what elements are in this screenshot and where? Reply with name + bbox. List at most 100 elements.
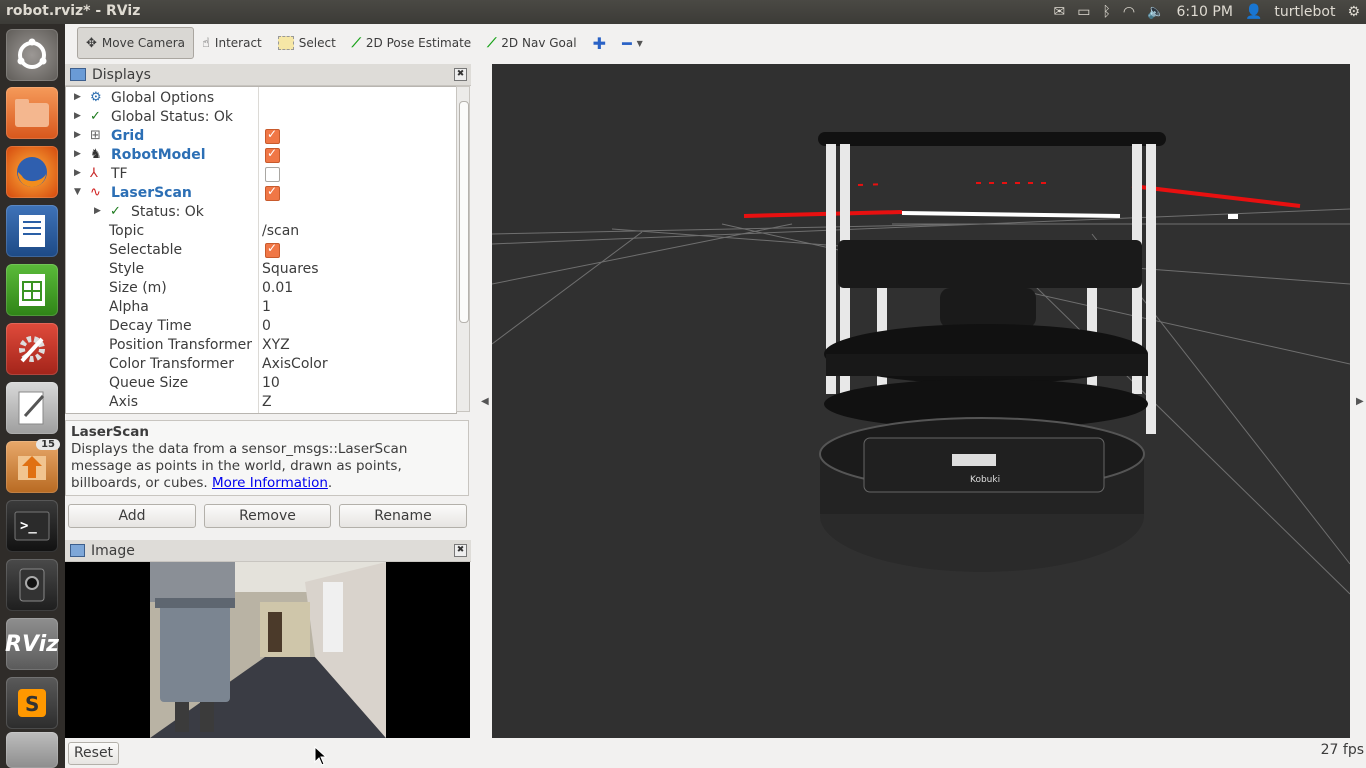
property-key: Style: [109, 261, 145, 277]
description-period: .: [327, 475, 333, 491]
launcher: 15 >_ RViz S: [0, 24, 65, 768]
scanner-icon[interactable]: [6, 732, 58, 768]
image-title-bar[interactable]: Image ✖: [65, 540, 471, 562]
property-row-color-transformer[interactable]: Color Transformer AxisColor: [66, 355, 456, 374]
property-value[interactable]: XYZ: [262, 337, 290, 353]
tree-label: TF: [111, 166, 128, 182]
image-title: Image: [91, 542, 135, 559]
robot-model-checkbox[interactable]: [265, 146, 280, 163]
remove-button[interactable]: Remove: [204, 504, 331, 528]
render-view-3d[interactable]: Kobuki: [492, 64, 1350, 738]
fps-readout: 27 fps: [1320, 742, 1364, 758]
displays-title-bar[interactable]: Displays ✖: [65, 64, 471, 86]
collapse-right-icon[interactable]: ▶: [1356, 396, 1364, 407]
property-row-position-transformer[interactable]: Position Transformer XYZ: [66, 336, 456, 355]
close-icon[interactable]: ✖: [454, 68, 467, 81]
property-key: Position Transformer: [109, 337, 252, 353]
collapse-left-icon[interactable]: ◀: [481, 396, 489, 407]
expand-arrow-icon[interactable]: ▶: [74, 111, 81, 121]
rviz-icon-label: RViz: [5, 631, 59, 657]
property-row-axis[interactable]: Axis Z: [66, 393, 456, 412]
user-icon: 👤: [1244, 4, 1263, 20]
grid-icon: ⊞: [90, 128, 101, 143]
system-settings-icon[interactable]: [6, 323, 58, 375]
interact-tool[interactable]: ☝ Interact: [194, 28, 270, 58]
firefox-icon[interactable]: [6, 146, 58, 198]
tree-row-tf[interactable]: ▶ ⅄ TF: [66, 165, 456, 184]
tf-checkbox[interactable]: [265, 167, 280, 182]
expand-arrow-icon[interactable]: ▶: [74, 168, 81, 178]
more-information-link[interactable]: More Information: [212, 475, 328, 491]
tree-row-global-status[interactable]: ▶ ✓ Global Status: Ok: [66, 108, 456, 127]
property-value[interactable]: 10: [262, 375, 280, 391]
property-row-queue-size[interactable]: Queue Size 10: [66, 374, 456, 393]
rename-button[interactable]: Rename: [339, 504, 467, 528]
property-row-topic[interactable]: Topic /scan: [66, 222, 456, 241]
sublime-text-icon[interactable]: S: [6, 677, 58, 729]
laser-scan-checkbox[interactable]: [265, 184, 280, 201]
tree-row-grid[interactable]: ▶ ⊞ Grid: [66, 127, 456, 146]
property-value[interactable]: 0.01: [262, 280, 293, 296]
gear-icon[interactable]: ⚙: [1347, 4, 1360, 20]
wifi-icon[interactable]: ◠: [1123, 4, 1135, 20]
property-row-alpha[interactable]: Alpha 1: [66, 298, 456, 317]
grid-checkbox[interactable]: [265, 127, 280, 144]
expand-arrow-icon[interactable]: ▶: [74, 130, 81, 140]
clock[interactable]: 6:10 PM: [1177, 4, 1233, 20]
check-icon: ✓: [110, 204, 121, 219]
property-row-decay-time[interactable]: Decay Time 0: [66, 317, 456, 336]
nav-goal-tool[interactable]: ⟋ 2D Nav Goal: [479, 28, 584, 58]
scrollbar-thumb[interactable]: [459, 101, 469, 323]
calc-icon[interactable]: [6, 264, 58, 316]
move-camera-tool[interactable]: ✥ Move Camera: [77, 27, 194, 59]
property-row-size[interactable]: Size (m) 0.01: [66, 279, 456, 298]
property-value[interactable]: /scan: [262, 223, 299, 239]
battery-icon[interactable]: ▭: [1077, 4, 1090, 20]
webcam-icon[interactable]: [6, 559, 58, 611]
dash-icon[interactable]: [6, 29, 58, 81]
mail-icon[interactable]: ✉: [1053, 4, 1065, 20]
tree-label: RobotModel: [111, 147, 206, 163]
add-button[interactable]: Add: [68, 504, 196, 528]
terminal-icon[interactable]: >_: [6, 500, 58, 552]
expand-arrow-icon[interactable]: ▶: [74, 92, 81, 102]
writer-icon[interactable]: [6, 205, 58, 257]
tree-row-global-options[interactable]: ▶ ⚙ Global Options: [66, 89, 456, 108]
files-icon[interactable]: [6, 87, 58, 139]
property-value[interactable]: AxisColor: [262, 356, 328, 372]
tree-label: Global Status: Ok: [111, 109, 234, 125]
tree-row-robot-model[interactable]: ▶ ♞ RobotModel: [66, 146, 456, 165]
remove-tool-button[interactable]: ━ ▼: [614, 28, 651, 58]
bluetooth-icon[interactable]: ᛒ: [1102, 4, 1110, 20]
tree-label: LaserScan: [111, 185, 192, 201]
property-row-selectable[interactable]: Selectable: [66, 241, 456, 260]
property-value[interactable]: 1: [262, 299, 271, 315]
expand-arrow-icon[interactable]: ▶: [94, 206, 101, 216]
collapse-arrow-icon[interactable]: ▼: [74, 187, 81, 197]
user-name[interactable]: turtlebot: [1274, 4, 1335, 20]
reset-button[interactable]: Reset: [68, 742, 119, 765]
update-count-badge: 15: [36, 439, 60, 450]
expand-arrow-icon[interactable]: ▶: [74, 149, 81, 159]
property-value[interactable]: Squares: [262, 261, 319, 277]
volume-icon[interactable]: 🔈: [1147, 4, 1164, 20]
tree-label: Grid: [111, 128, 145, 144]
property-row-style[interactable]: Style Squares: [66, 260, 456, 279]
property-value[interactable]: Z: [262, 394, 272, 410]
close-icon[interactable]: ✖: [454, 544, 467, 557]
tree-row-status[interactable]: ▶ ✓ Status: Ok: [66, 203, 456, 222]
software-updater-icon[interactable]: 15: [6, 439, 60, 493]
tree-row-laser-scan[interactable]: ▼ ∿ LaserScan: [66, 184, 456, 203]
property-value[interactable]: 0: [262, 318, 271, 334]
add-tool-button[interactable]: ✚: [585, 28, 614, 58]
rviz-icon[interactable]: RViz: [5, 618, 59, 670]
tree-scrollbar[interactable]: [456, 86, 470, 412]
selectable-checkbox[interactable]: [265, 241, 280, 258]
select-label: Select: [298, 36, 336, 50]
svg-text:>_: >_: [20, 518, 37, 534]
select-tool[interactable]: Select: [270, 28, 344, 58]
text-editor-icon[interactable]: [6, 382, 58, 434]
image-panel: Image ✖: [65, 540, 471, 738]
property-key: Decay Time: [109, 318, 192, 334]
pose-estimate-tool[interactable]: ⟋ 2D Pose Estimate: [344, 28, 479, 58]
